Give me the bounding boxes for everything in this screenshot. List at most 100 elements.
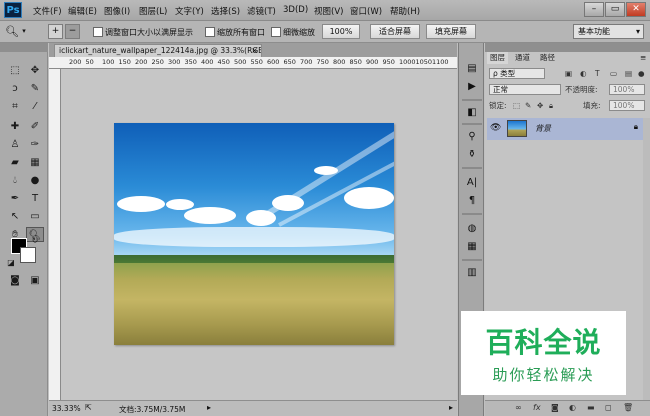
history-brush-tool-icon[interactable]: ✑	[26, 137, 44, 152]
move-tool-icon[interactable]: ✥	[26, 63, 44, 78]
lock-pixels-icon[interactable]: ✎	[525, 100, 531, 111]
screen-mode-icon[interactable]: ▣	[26, 273, 44, 288]
eye-icon[interactable]: 👁︎	[490, 123, 501, 133]
menu-filter[interactable]: 滤镜(T)	[247, 5, 276, 17]
crop-tool-icon[interactable]: ⌗	[6, 99, 24, 114]
zoom-100-button[interactable]: 100%	[322, 24, 360, 39]
history-panel-icon[interactable]: ▤	[464, 61, 480, 76]
default-colors-icon[interactable]: ◪	[6, 255, 16, 270]
blend-mode-select[interactable]: 正常	[489, 84, 561, 95]
ruler-tick-label: 350	[184, 58, 197, 66]
workspace-select[interactable]: 基本功能 ▾	[573, 24, 644, 39]
filter-kind-select[interactable]: ρ 类型	[489, 68, 545, 79]
close-button[interactable]: ✕	[626, 2, 646, 17]
eraser-tool-icon[interactable]: ▰	[6, 155, 24, 170]
menu-select[interactable]: 选择(S)	[211, 5, 240, 17]
horizontal-ruler[interactable]: 200 50 100 150 200 250 300 350 400 450 500 550 600 65…	[49, 57, 457, 69]
shape-tool-icon[interactable]: ▭	[26, 209, 44, 224]
zoom-level[interactable]: 33.33%	[52, 404, 81, 413]
actions-panel-icon[interactable]: ▶	[464, 79, 480, 94]
info-panel-icon[interactable]: ▥	[464, 265, 480, 280]
menu-layer[interactable]: 图层(L)	[139, 5, 167, 17]
lasso-tool-icon[interactable]: ↄ	[6, 81, 24, 96]
filter-type-icon[interactable]: T	[595, 68, 600, 79]
background-color-swatch[interactable]	[20, 247, 36, 263]
pen-tool-icon[interactable]: ✒	[6, 191, 24, 206]
fit-screen-button[interactable]: 适合屏幕	[370, 24, 420, 39]
layer-row[interactable]: 👁︎ 背景 🔒︎	[487, 118, 643, 140]
layer-name[interactable]: 背景	[535, 123, 551, 134]
eyedropper-tool-icon[interactable]: ⁄	[26, 99, 44, 114]
tool-preset-chevron-icon[interactable]: ▾	[20, 24, 28, 39]
clone-source-panel-icon[interactable]: ⚱	[464, 147, 480, 162]
zoom-all-checkbox[interactable]	[205, 27, 215, 37]
zoom-tool-icon[interactable]: 🔍︎	[5, 24, 19, 39]
scrubby-zoom-checkbox[interactable]	[271, 27, 281, 37]
swap-colors-icon[interactable]: ↻	[30, 233, 40, 248]
paragraph-panel-icon[interactable]: ¶	[464, 193, 480, 208]
filter-toggle-icon[interactable]: ●	[638, 68, 645, 79]
clone-stamp-tool-icon[interactable]: ♙	[6, 137, 24, 152]
filter-pixel-icon[interactable]: ▣	[565, 68, 572, 79]
brush-tool-icon[interactable]: ✐	[26, 119, 44, 134]
trash-icon[interactable]: 🗑︎	[623, 403, 633, 412]
status-menu-arrow-icon[interactable]: ▸	[207, 403, 211, 412]
export-icon[interactable]: ⇱	[85, 403, 92, 412]
adjustments-panel-icon[interactable]: ◧	[464, 105, 480, 120]
tab-layers[interactable]: 图层	[487, 52, 508, 64]
blur-tool-icon[interactable]: 💧︎	[6, 173, 24, 188]
menu-help[interactable]: 帮助(H)	[390, 5, 420, 17]
layers-scrollbar[interactable]	[643, 118, 650, 400]
menu-image[interactable]: 图像(I)	[104, 5, 130, 17]
type-tool-icon[interactable]: T	[26, 191, 44, 206]
mask-icon[interactable]: ◙	[551, 403, 559, 412]
dodge-tool-icon[interactable]: ●	[26, 173, 44, 188]
quick-select-tool-icon[interactable]: ✎	[26, 81, 44, 96]
filter-shape-icon[interactable]: ▭	[610, 68, 617, 79]
menu-type[interactable]: 文字(Y)	[175, 5, 204, 17]
menu-view[interactable]: 视图(V)	[314, 5, 343, 17]
menu-window[interactable]: 窗口(W)	[350, 5, 382, 17]
link-icon[interactable]: ∞	[515, 403, 522, 412]
character-panel-icon[interactable]: A|	[464, 175, 480, 190]
quick-mask-icon[interactable]: ◙	[6, 273, 24, 288]
styles-panel-icon[interactable]: ▦	[464, 239, 480, 254]
scroll-right-icon[interactable]: ▸	[449, 403, 453, 412]
document-tab[interactable]: iclickart_nature_wallpaper_122414a.jpg @…	[54, 44, 262, 57]
path-select-tool-icon[interactable]: ↖	[6, 209, 24, 224]
gradient-tool-icon[interactable]: ▦	[26, 155, 44, 170]
vertical-ruler[interactable]	[49, 69, 61, 400]
folder-icon[interactable]: ▬	[587, 403, 595, 412]
fill-input[interactable]: 100%	[609, 100, 645, 111]
resize-windows-checkbox[interactable]	[93, 27, 103, 37]
restore-button[interactable]: ▭	[605, 2, 625, 17]
lock-all-icon[interactable]: 🔒︎	[549, 100, 553, 111]
new-layer-icon[interactable]: ◻	[605, 403, 612, 412]
filter-smart-icon[interactable]: ▤	[625, 68, 632, 79]
close-icon[interactable]: ×	[251, 45, 258, 57]
lock-transparent-icon[interactable]: ⬚	[513, 100, 520, 111]
swatches-panel-icon[interactable]: ◍	[464, 221, 480, 236]
layers-panel-header[interactable]	[485, 43, 650, 52]
menu-edit[interactable]: 编辑(E)	[68, 5, 97, 17]
tab-paths[interactable]: 路径	[537, 52, 558, 64]
tools-panel-header[interactable]	[0, 43, 48, 52]
brush-panel-icon[interactable]: ⚲	[464, 129, 480, 144]
panel-menu-icon[interactable]: ≡	[637, 52, 649, 64]
marquee-tool-icon[interactable]: ⬚	[6, 63, 24, 78]
menu-3d[interactable]: 3D(D)	[283, 5, 308, 15]
adjustment-icon[interactable]: ◐	[569, 403, 576, 412]
document-image[interactable]	[114, 123, 394, 345]
menu-file[interactable]: 文件(F)	[33, 5, 62, 17]
zoom-in-icon[interactable]: +	[48, 24, 63, 39]
opacity-label: 不透明度:	[565, 85, 598, 94]
healing-brush-tool-icon[interactable]: ✚	[6, 119, 24, 134]
lock-position-icon[interactable]: ✥	[537, 100, 543, 111]
minimize-button[interactable]: –	[584, 2, 604, 17]
fill-screen-button[interactable]: 填充屏幕	[426, 24, 476, 39]
filter-adjust-icon[interactable]: ◐	[580, 68, 587, 79]
zoom-out-icon[interactable]: −	[65, 24, 80, 39]
fx-icon[interactable]: fx	[533, 403, 541, 412]
tab-channels[interactable]: 通道	[512, 52, 533, 64]
opacity-input[interactable]: 100%	[609, 84, 645, 95]
